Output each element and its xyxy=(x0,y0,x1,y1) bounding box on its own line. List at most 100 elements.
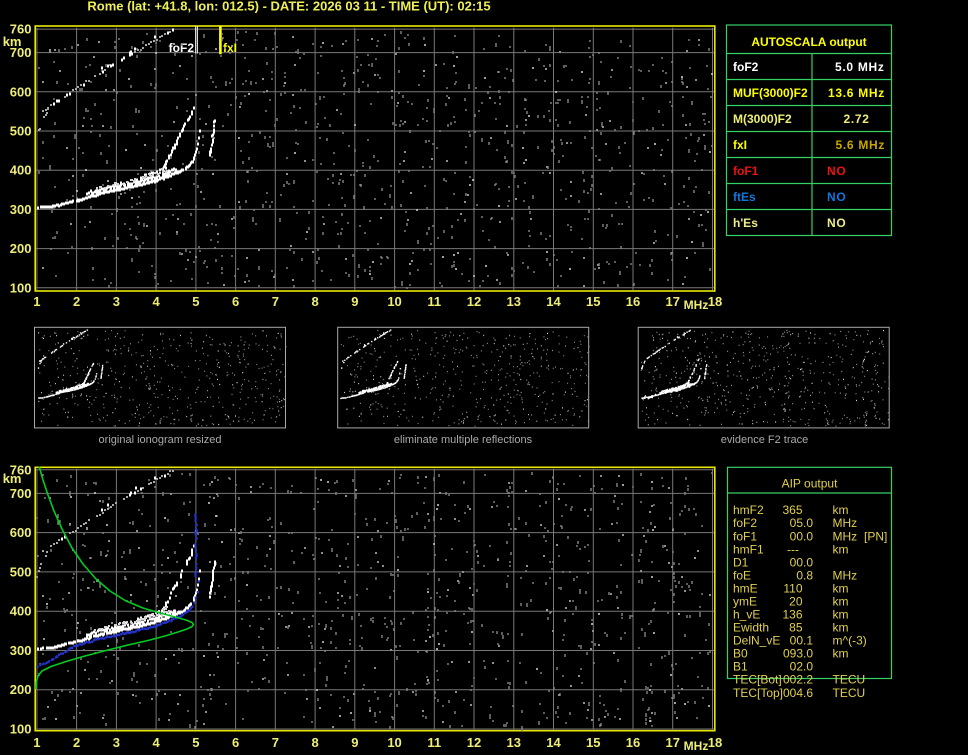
svg-text:2.72: 2.72 xyxy=(844,112,870,126)
svg-text:h_vE: h_vE xyxy=(733,608,760,622)
svg-text:600: 600 xyxy=(10,525,32,540)
svg-text:093.0: 093.0 xyxy=(783,647,813,661)
svg-text:16: 16 xyxy=(626,294,640,309)
svg-text:foE: foE xyxy=(733,568,751,582)
svg-text:evidence F2 trace: evidence F2 trace xyxy=(721,434,808,446)
svg-text:km: km xyxy=(833,581,849,595)
svg-text:DelN_vE: DelN_vE xyxy=(733,634,780,648)
svg-text:M(3000)F2: M(3000)F2 xyxy=(733,112,792,126)
svg-text:500: 500 xyxy=(10,124,32,139)
svg-text:ftEs: ftEs xyxy=(733,190,756,204)
svg-text:5: 5 xyxy=(192,294,199,309)
svg-text:100: 100 xyxy=(10,280,32,295)
svg-text:3: 3 xyxy=(113,735,120,750)
svg-text:NO: NO xyxy=(827,164,846,178)
svg-text:14: 14 xyxy=(546,735,561,750)
svg-text:500: 500 xyxy=(10,565,32,580)
svg-text:Ewidth: Ewidth xyxy=(733,621,769,635)
svg-text:B0: B0 xyxy=(733,647,748,661)
svg-text:TEC[Top]: TEC[Top] xyxy=(733,686,783,700)
svg-text:600: 600 xyxy=(10,84,32,99)
svg-text:85: 85 xyxy=(789,621,803,635)
svg-text:9: 9 xyxy=(351,735,358,750)
svg-text:MHz: MHz xyxy=(833,568,858,582)
svg-text:18: 18 xyxy=(708,294,722,309)
svg-text:foF2: foF2 xyxy=(733,60,759,74)
svg-text:NO: NO xyxy=(827,190,846,204)
svg-text:12: 12 xyxy=(467,735,481,750)
svg-text:136: 136 xyxy=(782,608,802,622)
svg-text:9: 9 xyxy=(351,294,358,309)
svg-text:004.6: 004.6 xyxy=(783,686,813,700)
svg-text:foF1: foF1 xyxy=(733,164,759,178)
svg-text:eliminate multiple reflections: eliminate multiple reflections xyxy=(394,434,533,446)
svg-text:6: 6 xyxy=(232,735,239,750)
svg-text:5.0 MHz: 5.0 MHz xyxy=(835,60,885,74)
svg-text:Rome (lat: +41.8, lon: 012.5): Rome (lat: +41.8, lon: 012.5) - DATE: 20… xyxy=(87,0,490,14)
svg-text:15: 15 xyxy=(586,735,600,750)
svg-text:km: km xyxy=(833,647,849,661)
svg-text:7: 7 xyxy=(272,294,279,309)
svg-text:2: 2 xyxy=(73,735,80,750)
svg-text:foF1: foF1 xyxy=(733,529,757,543)
svg-text:km: km xyxy=(833,594,849,608)
svg-text:km: km xyxy=(3,471,22,486)
svg-text:365: 365 xyxy=(782,503,802,517)
svg-text:AUTOSCALA output: AUTOSCALA output xyxy=(751,35,866,49)
svg-text:1: 1 xyxy=(33,294,40,309)
svg-text:110: 110 xyxy=(783,581,802,595)
svg-text:11: 11 xyxy=(427,294,441,309)
svg-text:MHz: MHz xyxy=(684,298,709,312)
svg-text:TECU: TECU xyxy=(833,686,866,700)
svg-text:AIP output: AIP output xyxy=(782,477,838,491)
svg-text:12: 12 xyxy=(467,294,481,309)
svg-text:16: 16 xyxy=(626,735,640,750)
svg-text:11: 11 xyxy=(427,735,441,750)
svg-text:00.0: 00.0 xyxy=(790,529,814,543)
svg-text:hmF1: hmF1 xyxy=(733,542,764,556)
svg-text:D1: D1 xyxy=(733,555,749,569)
svg-text:4: 4 xyxy=(153,294,161,309)
svg-text:17: 17 xyxy=(666,294,680,309)
svg-text:fxI: fxI xyxy=(733,138,747,152)
svg-text:002.2: 002.2 xyxy=(783,673,813,687)
svg-text:ymE: ymE xyxy=(733,594,757,608)
svg-text:6: 6 xyxy=(232,294,239,309)
svg-text:15: 15 xyxy=(586,294,600,309)
svg-text:7: 7 xyxy=(272,735,279,750)
svg-text:MUF(3000)F2: MUF(3000)F2 xyxy=(733,86,808,100)
svg-text:km: km xyxy=(833,503,849,517)
svg-text:MHz: MHz xyxy=(833,516,858,530)
svg-text:4: 4 xyxy=(153,735,161,750)
svg-text:B1: B1 xyxy=(733,660,748,674)
svg-text:h'Es: h'Es xyxy=(733,216,758,230)
svg-text:hmF2: hmF2 xyxy=(733,503,764,517)
svg-text:8: 8 xyxy=(311,294,318,309)
svg-text:0.8: 0.8 xyxy=(796,568,813,582)
svg-text:13.6 MHz: 13.6 MHz xyxy=(828,86,885,100)
svg-text:km: km xyxy=(833,542,849,556)
svg-text:km: km xyxy=(833,621,849,635)
svg-text:km: km xyxy=(3,34,22,49)
svg-text:2: 2 xyxy=(73,294,80,309)
svg-text:5: 5 xyxy=(192,735,199,750)
svg-text:18: 18 xyxy=(708,735,722,750)
svg-text:13: 13 xyxy=(507,294,521,309)
svg-text:foF2: foF2 xyxy=(733,516,757,530)
svg-text:200: 200 xyxy=(10,682,32,697)
svg-text:700: 700 xyxy=(10,486,32,501)
svg-text:10: 10 xyxy=(387,294,401,309)
svg-text:TECU: TECU xyxy=(833,673,866,687)
svg-text:17: 17 xyxy=(666,735,680,750)
svg-text:13: 13 xyxy=(507,735,521,750)
svg-text:---: --- xyxy=(787,542,799,556)
svg-text:10: 10 xyxy=(387,735,401,750)
svg-text:8: 8 xyxy=(311,735,318,750)
svg-text:02.0: 02.0 xyxy=(790,660,814,674)
svg-text:[PN]: [PN] xyxy=(864,529,887,543)
svg-text:MHz: MHz xyxy=(684,739,709,753)
svg-text:original ionogram resized: original ionogram resized xyxy=(99,434,222,446)
svg-text:1: 1 xyxy=(33,735,40,750)
svg-text:100: 100 xyxy=(10,722,32,737)
svg-text:00.0: 00.0 xyxy=(790,555,814,569)
